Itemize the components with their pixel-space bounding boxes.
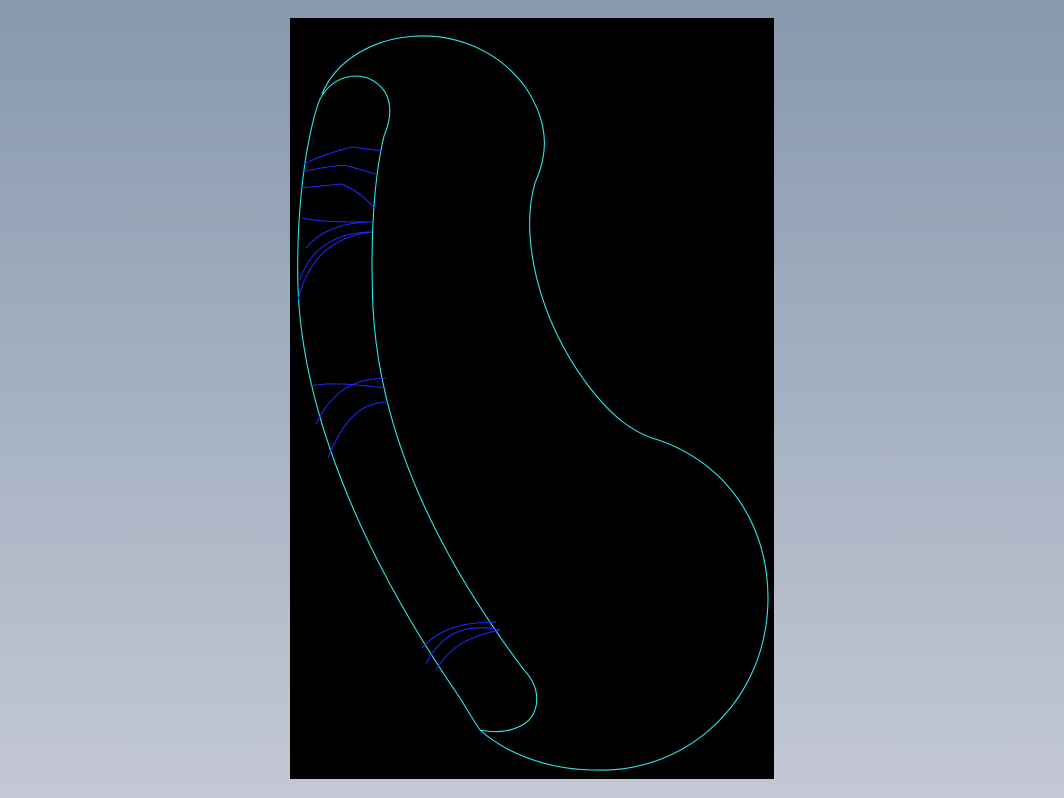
- slot-lower-end-arc: [479, 669, 538, 733]
- cad-viewport[interactable]: [290, 18, 774, 779]
- drawing-canvas[interactable]: [290, 18, 774, 779]
- outer-cam-profile: [321, 35, 769, 771]
- hatch-group-upper: [297, 146, 383, 301]
- inner-slot-left-edge: [297, 103, 481, 731]
- hatch-group-middle: [309, 377, 389, 459]
- hatch-group-lower: [421, 621, 501, 671]
- inner-slot-right-edge: [371, 135, 525, 671]
- slot-upper-end-arc: [317, 75, 391, 137]
